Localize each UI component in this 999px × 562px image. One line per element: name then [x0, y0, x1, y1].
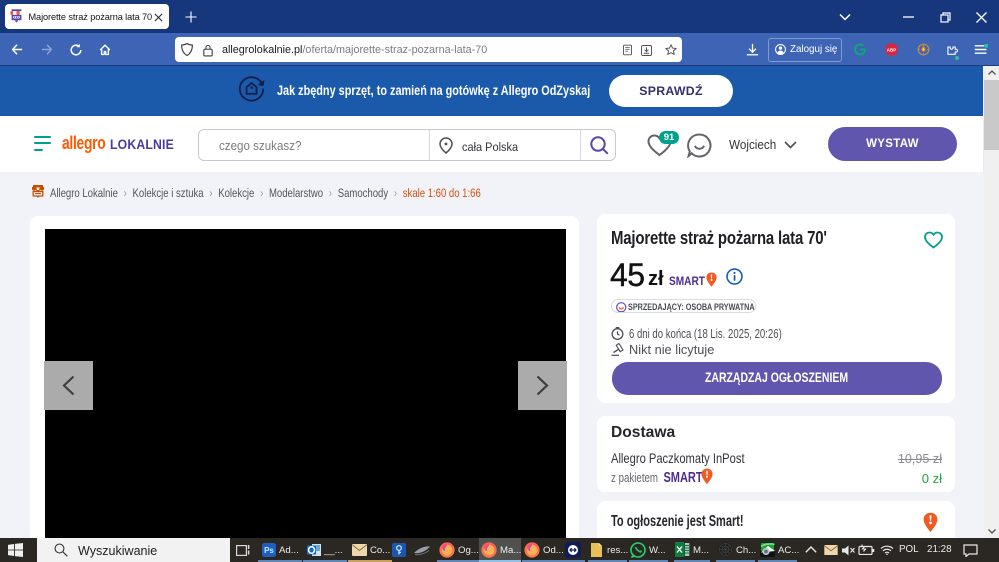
svg-text:Ps: Ps — [264, 546, 274, 555]
svg-text:ABP: ABP — [887, 47, 897, 52]
